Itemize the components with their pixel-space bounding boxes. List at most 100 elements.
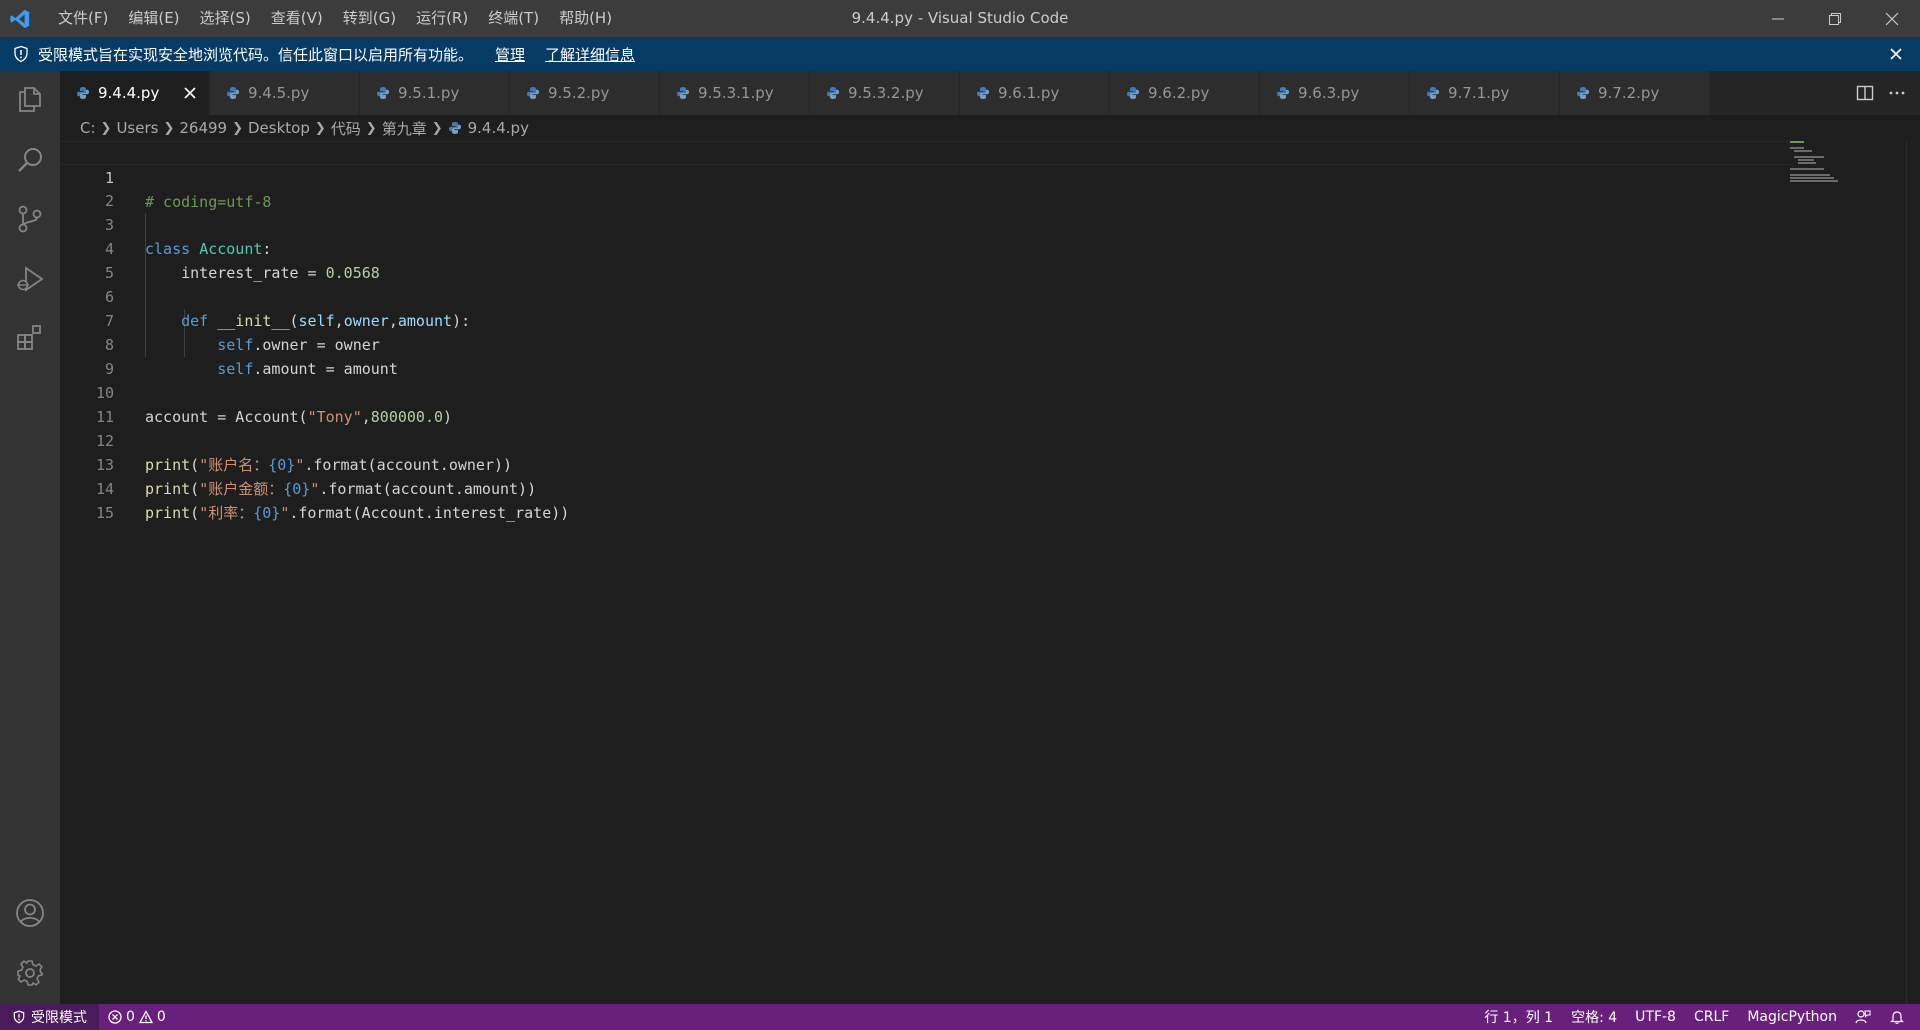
minimap-line (1798, 162, 1816, 164)
python-file-icon (377, 87, 389, 99)
menu-file[interactable]: 文件(F) (48, 0, 118, 37)
python-file-icon (827, 87, 839, 99)
warning-icon (138, 1010, 153, 1024)
tab-label: 9.4.4.py (98, 84, 160, 102)
cursor-position[interactable]: 行 1，列 1 (1475, 1004, 1562, 1030)
minimap-line (1790, 141, 1804, 143)
restricted-mode-indicator[interactable]: 受限模式 (0, 1004, 99, 1030)
python-file-icon (1427, 87, 1439, 99)
source-control-icon[interactable] (0, 191, 60, 247)
tab-9-5-3-2[interactable]: 9.5.3.2.py (810, 71, 960, 115)
close-window-button[interactable] (1863, 0, 1920, 37)
minimize-button[interactable] (1749, 0, 1806, 37)
feedback-button[interactable] (1846, 1004, 1880, 1030)
notifications-button[interactable] (1880, 1004, 1914, 1030)
status-bar-right: 行 1，列 1 空格: 4 UTF-8 CRLF MagicPython (1475, 1004, 1914, 1030)
tab-9-4-5[interactable]: 9.4.5.py (210, 71, 360, 115)
tab-9-6-2[interactable]: 9.6.2.py (1110, 71, 1260, 115)
indentation[interactable]: 空格: 4 (1562, 1004, 1626, 1030)
vertical-scrollbar[interactable] (1906, 141, 1920, 1004)
restricted-mode-banner: 受限模式旨在实现安全地浏览代码。信任此窗口以启用所有功能。 管理 了解详细信息 (0, 37, 1920, 71)
editor-tabs: 9.4.4.py 9.4.5.py 9.5.1.py 9.5.2.py 9.5.… (60, 71, 1920, 115)
vscode-logo-icon (0, 0, 40, 37)
account-icon[interactable] (0, 885, 60, 941)
code-token: print (145, 504, 191, 522)
breadcrumb-file[interactable]: 9.4.4.py (468, 119, 529, 137)
python-file-icon (1277, 87, 1289, 99)
python-file-icon (448, 122, 461, 134)
menu-selection[interactable]: 选择(S) (190, 0, 261, 37)
banner-learn-more-link[interactable]: 了解详细信息 (545, 44, 635, 65)
python-file-icon (1127, 87, 1139, 99)
menu-go[interactable]: 转到(G) (333, 0, 406, 37)
code-line: 1 # coding=utf-8 (60, 141, 1790, 211)
tab-9-6-1[interactable]: 9.6.1.py (960, 71, 1110, 115)
code-line: 3 class Account: (60, 189, 1790, 258)
code-token: .format(Account.interest_rate)) (289, 504, 570, 522)
tab-9-5-3-1[interactable]: 9.5.3.1.py (660, 71, 810, 115)
python-file-icon (77, 87, 89, 99)
tab-9-4-4[interactable]: 9.4.4.py (60, 71, 210, 115)
minimize-icon (1771, 18, 1784, 19)
chevron-right-icon: ❯ (163, 120, 175, 136)
error-icon (108, 1010, 122, 1024)
line-ending[interactable]: CRLF (1685, 1004, 1738, 1030)
feedback-icon (1855, 1010, 1871, 1024)
tab-label: 9.7.1.py (1448, 84, 1510, 102)
code-line: 13 print("账户金额：{0}".format(account.amoun… (60, 429, 1790, 498)
more-actions-icon[interactable] (1888, 84, 1906, 102)
minimap-line (1798, 159, 1814, 161)
menu-edit[interactable]: 编辑(E) (118, 0, 189, 37)
breadcrumb-user-folder[interactable]: 26499 (179, 119, 227, 137)
breadcrumb-drive[interactable]: C: (80, 119, 96, 137)
breadcrumb-users[interactable]: Users (116, 119, 158, 137)
tab-label: 9.6.2.py (1148, 84, 1210, 102)
menu-terminal[interactable]: 终端(T) (478, 0, 549, 37)
breadcrumb-desktop[interactable]: Desktop (248, 119, 310, 137)
chevron-right-icon: ❯ (100, 120, 112, 136)
menu-help[interactable]: 帮助(H) (549, 0, 622, 37)
tab-9-6-3[interactable]: 9.6.3.py (1260, 71, 1410, 115)
code-line: 7 self.owner = owner (60, 285, 1790, 354)
code-token: ( (190, 504, 200, 522)
encoding[interactable]: UTF-8 (1626, 1004, 1685, 1030)
run-debug-icon[interactable] (0, 251, 60, 307)
minimap-line (1790, 168, 1824, 170)
code-editor[interactable]: 1 # coding=utf-8 2 3 class Account: 4 in… (60, 141, 1920, 1004)
explorer-icon[interactable] (0, 71, 60, 127)
code-line: 2 (60, 165, 1790, 210)
tab-close-icon[interactable] (181, 84, 199, 102)
banner-manage-link[interactable]: 管理 (495, 44, 525, 65)
language-mode[interactable]: MagicPython (1738, 1004, 1846, 1030)
menu-view[interactable]: 查看(V) (261, 0, 333, 37)
code-text: print("利率：{0}".format(Account.interest_r… (145, 501, 569, 525)
tab-9-7-2[interactable]: 9.7.2.py (1560, 71, 1710, 115)
chevron-right-icon: ❯ (431, 120, 443, 136)
minimap[interactable] (1790, 141, 1850, 182)
close-icon (1885, 12, 1898, 25)
tab-label: 9.7.2.py (1598, 84, 1660, 102)
chevron-right-icon: ❯ (365, 120, 377, 136)
restore-button[interactable] (1806, 0, 1863, 37)
tab-9-5-2[interactable]: 9.5.2.py (510, 71, 660, 115)
extensions-icon[interactable] (0, 309, 60, 365)
minimap-line (1790, 174, 1830, 176)
menu-run[interactable]: 运行(R) (406, 0, 478, 37)
problems-indicator[interactable]: 0 0 (99, 1004, 175, 1030)
banner-close-icon[interactable] (1886, 44, 1906, 64)
warning-count: 0 (156, 1009, 166, 1025)
code-line: 4 interest_rate = 0.0568 (60, 213, 1790, 282)
search-icon[interactable] (0, 132, 60, 188)
tab-9-5-1[interactable]: 9.5.1.py (360, 71, 510, 115)
activity-bar (0, 71, 60, 1004)
split-editor-icon[interactable] (1856, 84, 1874, 102)
code-token: "利率： (199, 504, 254, 522)
breadcrumb: C: ❯ Users ❯ 26499 ❯ Desktop ❯ 代码 ❯ 第九章 … (60, 115, 1920, 141)
error-count: 0 (126, 1009, 135, 1025)
tab-9-7-1[interactable]: 9.7.1.py (1410, 71, 1560, 115)
python-file-icon (1577, 87, 1589, 99)
breadcrumb-chapter-folder[interactable]: 第九章 (382, 118, 427, 139)
breadcrumb-code-folder[interactable]: 代码 (331, 118, 361, 139)
code-line: 10 account = Account("Tony",800000.0) (60, 357, 1790, 426)
settings-gear-icon[interactable] (0, 945, 60, 1001)
